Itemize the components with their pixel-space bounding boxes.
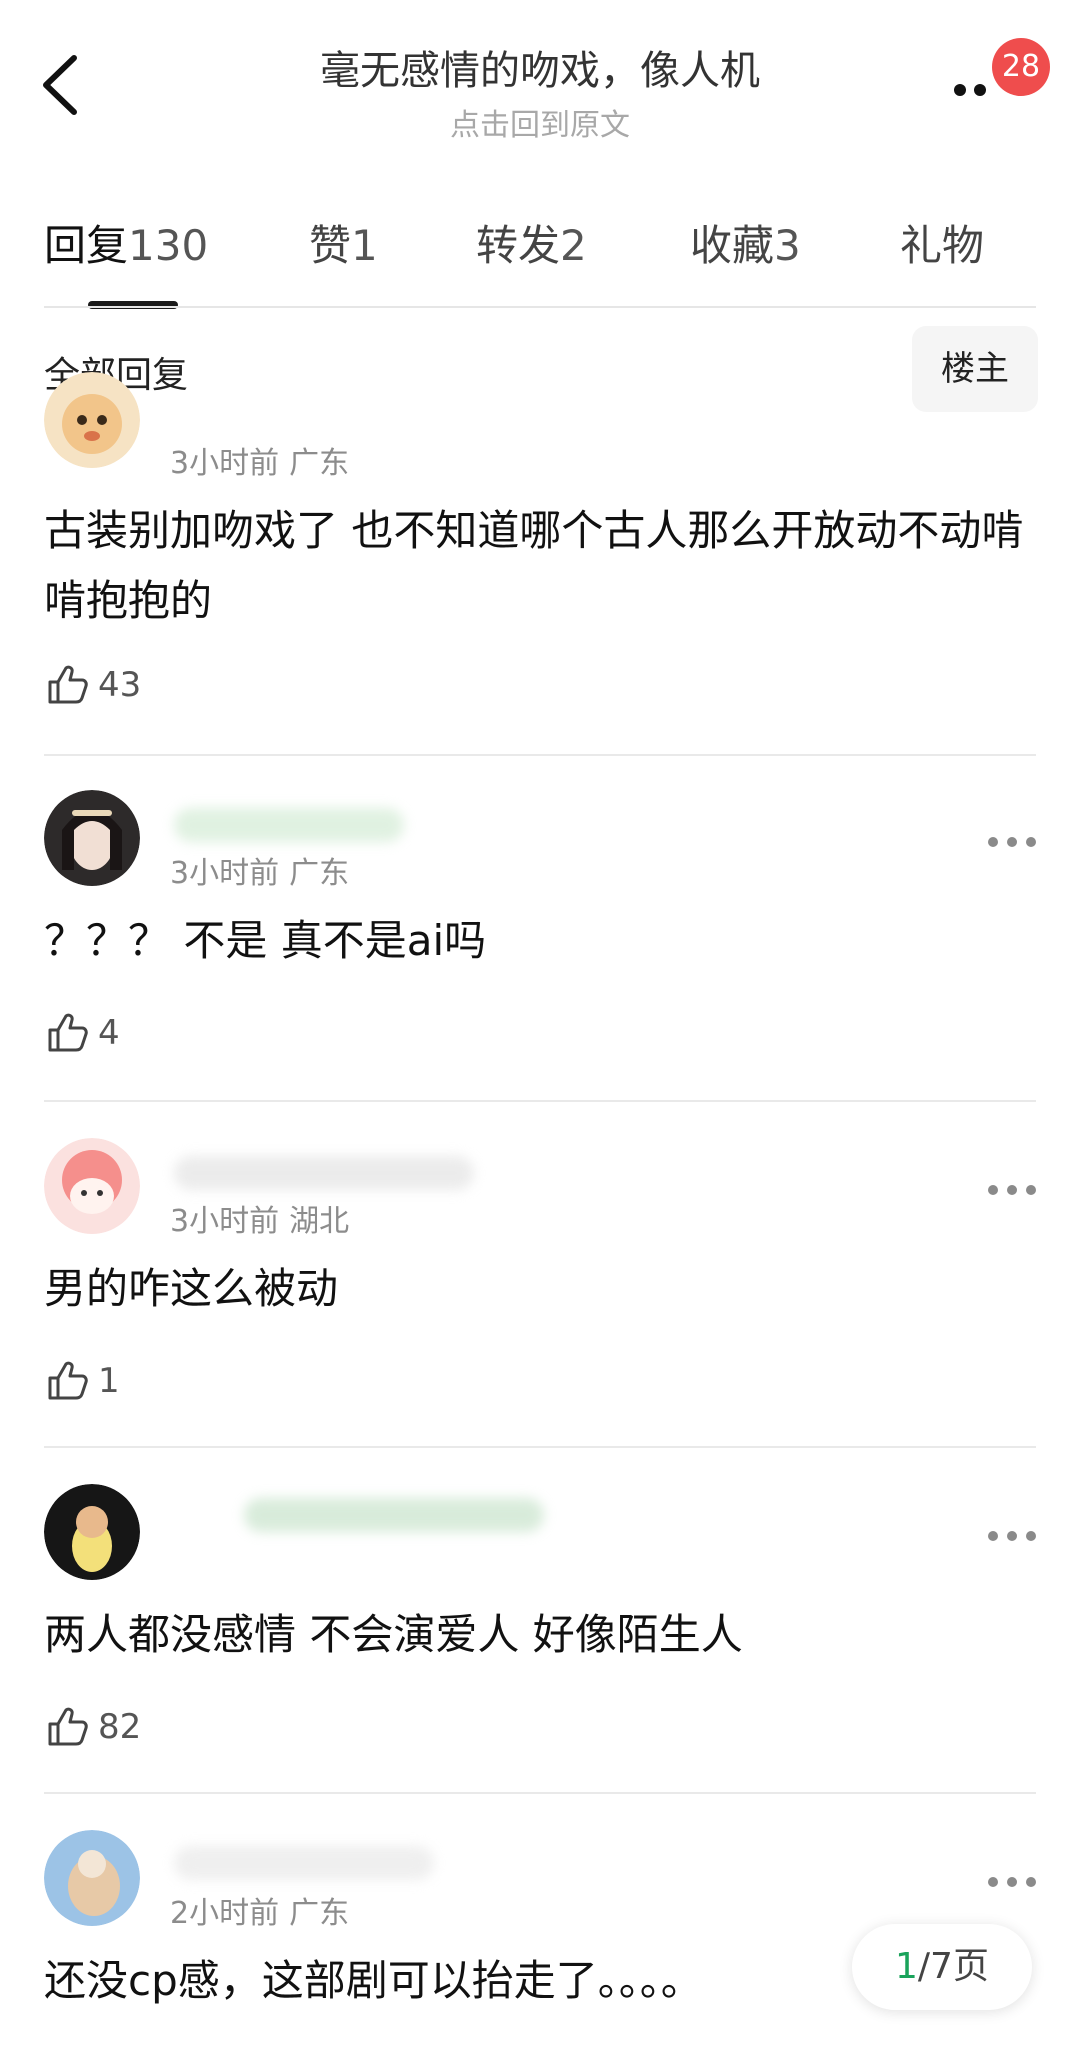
notification-badge[interactable]: 28	[992, 38, 1050, 96]
tab-bar: 回复130 赞1 转发2 收藏3 礼物	[44, 212, 1036, 292]
owner-only-button[interactable]: 楼主	[912, 326, 1038, 412]
comment-item: 3小时前 广东 古装别加吻戏了 也不知道哪个古人那么开放动不动啃啃抱抱的 43	[44, 372, 1036, 750]
comment-meta: 3小时前 广东	[170, 856, 350, 891]
tab-favorites[interactable]: 收藏3	[690, 212, 801, 273]
divider	[44, 1100, 1036, 1102]
comment-meta: 3小时前 湖北	[170, 1204, 350, 1239]
top-bar: 毫无感情的吻戏，像人机 点击回到原文 28	[0, 0, 1080, 150]
tab-replies[interactable]: 回复130	[44, 212, 208, 273]
more-options-icon[interactable]	[988, 832, 1036, 852]
like-button[interactable]: 1	[44, 1356, 120, 1406]
divider	[44, 1446, 1036, 1448]
thumbs-up-icon	[48, 665, 88, 704]
avatar[interactable]	[44, 1830, 140, 1926]
more-options-icon[interactable]	[988, 1180, 1036, 1200]
avatar[interactable]	[44, 372, 140, 468]
avatar[interactable]	[44, 1138, 140, 1234]
comment-text: 男的咋这么被动	[44, 1264, 339, 1313]
comment-text: ？？？ 不是 真不是ai吗	[44, 916, 487, 965]
comment-item: 两人都没感情 不会演爱人 好像陌生人 82	[44, 1484, 1036, 1784]
page-indicator[interactable]: 1/7页	[852, 1924, 1032, 2010]
more-options-icon[interactable]	[988, 1872, 1036, 1892]
like-button[interactable]: 82	[44, 1702, 141, 1752]
like-button[interactable]: 4	[44, 1008, 120, 1058]
avatar[interactable]	[44, 1484, 140, 1580]
thumbs-up-icon	[48, 1361, 88, 1400]
back-to-post-link[interactable]: 点击回到原文	[0, 100, 1080, 144]
comment-meta: 3小时前 广东	[170, 446, 350, 481]
thumbs-up-icon	[48, 1013, 88, 1052]
like-button[interactable]: 43	[44, 660, 141, 710]
tab-reposts[interactable]: 转发2	[476, 212, 587, 273]
comment-item: 3小时前 湖北 男的咋这么被动 1	[44, 1138, 1036, 1438]
divider	[44, 306, 1036, 308]
thumbs-up-icon	[48, 1707, 88, 1746]
like-count: 82	[98, 1707, 142, 1747]
divider	[44, 1792, 1036, 1794]
comment-text: 两人都没感情 不会演爱人 好像陌生人	[44, 1610, 743, 1659]
comment-meta: 2小时前 广东	[170, 1896, 350, 1931]
like-count: 4	[98, 1013, 120, 1053]
avatar[interactable]	[44, 790, 140, 886]
page-title[interactable]: 毫无感情的吻戏，像人机	[0, 38, 1080, 96]
comment-text: 古装别加吻戏了 也不知道哪个古人那么开放动不动啃啃抱抱的	[44, 506, 1024, 625]
comment-item: 3小时前 广东 ？？？ 不是 真不是ai吗 4	[44, 790, 1036, 1090]
tab-gifts[interactable]: 礼物	[900, 212, 984, 273]
divider	[44, 754, 1036, 756]
like-count: 1	[98, 1361, 120, 1401]
tab-likes[interactable]: 赞1	[309, 212, 378, 273]
more-options-icon[interactable]	[988, 1526, 1036, 1546]
like-count: 43	[98, 665, 142, 705]
